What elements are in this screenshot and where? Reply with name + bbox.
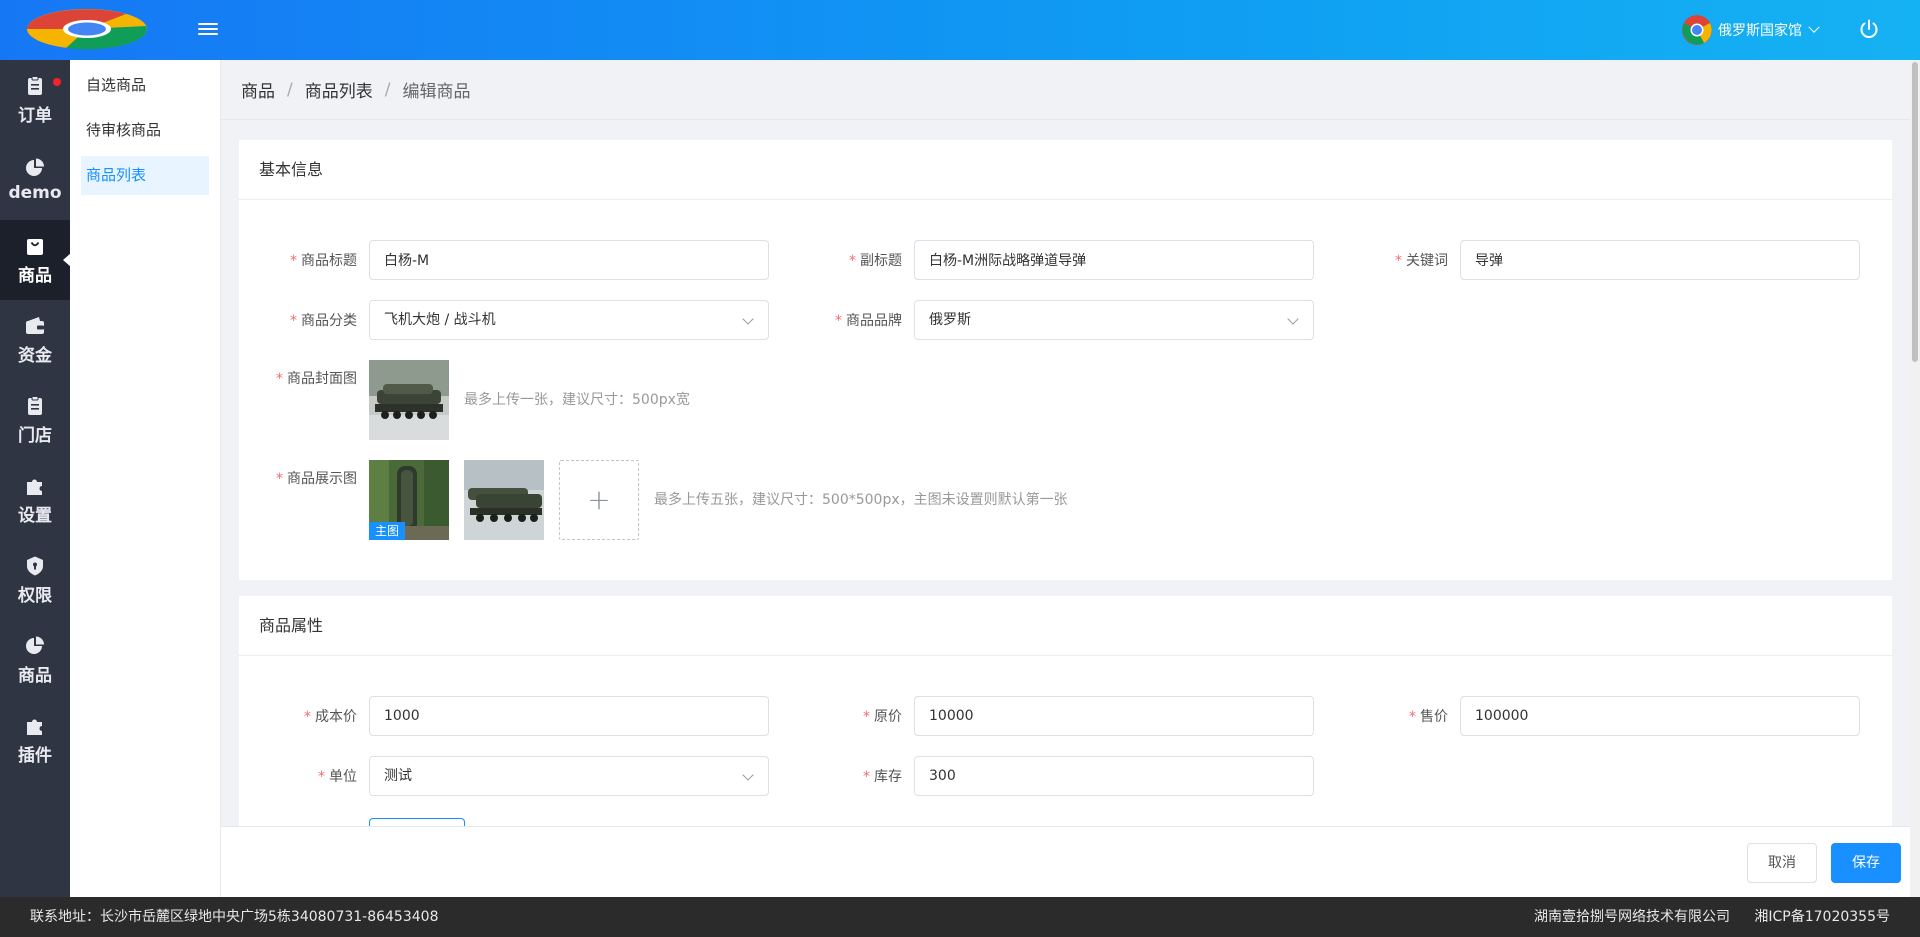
brand-logo[interactable] [26, 8, 148, 50]
page-scrollbar[interactable] [1910, 60, 1920, 897]
clipboard-icon [28, 75, 42, 95]
keywords-input[interactable] [1460, 240, 1860, 280]
cancel-button[interactable]: 取消 [1747, 843, 1817, 883]
nav-item-settings[interactable]: 设置 [0, 460, 70, 540]
shopping-bag-icon [27, 238, 43, 255]
scrollbar-thumb[interactable] [1912, 62, 1918, 362]
pie-chart-icon [26, 158, 44, 176]
nav-item-products[interactable]: 商品 [0, 220, 71, 300]
nav-item-demo[interactable]: demo [0, 140, 70, 220]
shield-icon [27, 556, 43, 575]
chevron-down-icon [742, 769, 754, 781]
wallet-icon [26, 316, 44, 334]
sale-price-input[interactable] [1460, 696, 1860, 736]
user-menu[interactable]: 俄罗斯国家馆 [1682, 14, 1820, 46]
product-title-input[interactable] [369, 240, 769, 280]
keywords-field: * 关键词 [1330, 240, 1860, 280]
partially-hidden-button[interactable] [369, 818, 465, 826]
main-image-badge: 主图 [369, 522, 406, 540]
brand-select[interactable]: 俄罗斯 [914, 300, 1314, 340]
chevron-down-icon [1287, 313, 1299, 325]
category-field: * 商品分类 飞机大炮 / 战斗机 [239, 300, 769, 340]
gallery-image-thumbnail[interactable]: 主图 [369, 460, 449, 540]
missile-convoy-image [464, 460, 544, 540]
stock-field: * 库存 [784, 756, 1314, 796]
breadcrumb: 商品 / 商品列表 / 编辑商品 [221, 60, 1910, 120]
nav-item-plugins[interactable]: 插件 [0, 700, 70, 780]
footer-icp: 湘ICP备17020355号 [1754, 909, 1890, 925]
plus-icon: + [587, 483, 611, 516]
nav-item-products-2[interactable]: 商品 [0, 620, 70, 700]
site-footer: 联系地址：长沙市岳麓区绿地中央广场5栋34080731-86453408 湖南壹… [0, 897, 1920, 937]
clipboard-list-icon [28, 395, 42, 415]
submenu-item-product-list[interactable]: 商品列表 [81, 156, 209, 195]
form-scroll-area[interactable]: 基本信息 *商品标题 *副标题 *关键词 *商品分类 飞机大炮 / 战斗机 *商… [221, 120, 1910, 826]
subtitle-input[interactable] [914, 240, 1314, 280]
nav-item-stores[interactable]: 门店 [0, 380, 70, 460]
cover-image-thumbnail[interactable] [369, 360, 449, 440]
add-image-button[interactable]: + [559, 460, 639, 540]
notification-dot [53, 78, 61, 86]
chevron-down-icon [742, 313, 754, 325]
form-action-bar: 取消 保存 [221, 826, 1910, 897]
breadcrumb-item-products[interactable]: 商品 [241, 77, 275, 102]
card-title: 基本信息 [239, 140, 1892, 200]
submenu-item-selected-products[interactable]: 自选商品 [81, 66, 209, 105]
puzzle-icon [27, 479, 42, 495]
user-name: 俄罗斯国家馆 [1718, 23, 1802, 39]
product-title-field: * 商品标题 [239, 240, 769, 280]
breadcrumb-separator: / [287, 79, 293, 100]
cover-image-hint: 最多上传一张，建议尺寸：500px宽 [464, 392, 690, 408]
brand-field: * 商品品牌 俄罗斯 [784, 300, 1314, 340]
save-button[interactable]: 保存 [1831, 843, 1901, 883]
attributes-card: 商品属性 *成本价 *原价 *售价 *单位 测试 *库存 [239, 596, 1892, 826]
stock-input[interactable] [914, 756, 1314, 796]
power-icon[interactable] [1858, 18, 1880, 40]
pie-chart-icon [26, 636, 44, 654]
breadcrumb-item-edit-product: 编辑商品 [402, 82, 471, 102]
cost-price-field: * 成本价 [239, 696, 769, 736]
top-header: 俄罗斯国家馆 [0, 0, 1920, 60]
original-price-field: * 原价 [784, 696, 1314, 736]
original-price-input[interactable] [914, 696, 1314, 736]
breadcrumb-separator: / [384, 79, 391, 100]
footer-company: 湖南壹拾捌号网络技术有限公司 [1534, 909, 1730, 925]
gallery-image-thumbnail[interactable] [464, 460, 544, 540]
nav-item-permissions[interactable]: 权限 [0, 540, 70, 620]
basic-info-card: 基本信息 *商品标题 *副标题 *关键词 *商品分类 飞机大炮 / 战斗机 *商… [239, 140, 1892, 580]
cost-price-input[interactable] [369, 696, 769, 736]
subtitle-field: * 副标题 [784, 240, 1314, 280]
gallery-image-hint: 最多上传五张，建议尺寸：500*500px，主图未设置则默认第一张 [654, 492, 1068, 508]
footer-address: 联系地址：长沙市岳麓区绿地中央广场5栋34080731-86453408 [30, 909, 439, 925]
submenu-item-pending-products[interactable]: 待审核商品 [81, 111, 209, 150]
chevron-down-icon [1808, 21, 1820, 33]
user-avatar [1682, 15, 1712, 45]
category-select[interactable]: 飞机大炮 / 战斗机 [369, 300, 769, 340]
nav-item-orders[interactable]: 订单 [0, 60, 70, 140]
card-title: 商品属性 [239, 596, 1892, 656]
cover-image-field: * 商品封面图 最多上传一张，建议尺寸：500px宽 [239, 360, 690, 440]
unit-select[interactable]: 测试 [369, 756, 769, 796]
missile-launcher-image [369, 360, 449, 440]
gallery-image-field: * 商品展示图 主图 + 最多上传五张，建议尺寸：500*500px，主图未设置… [239, 460, 1068, 540]
breadcrumb-item-product-list[interactable]: 商品列表 [305, 77, 373, 102]
menu-toggle-icon[interactable] [198, 20, 218, 40]
unit-field: * 单位 测试 [239, 756, 769, 796]
puzzle-icon [27, 719, 42, 735]
main-nav: 订单 demo 商品 资金 门店 设置 权限 商品 插件 [0, 60, 71, 897]
sub-menu: 自选商品 待审核商品 商品列表 [70, 60, 221, 897]
nav-item-funds[interactable]: 资金 [0, 300, 70, 380]
sale-price-field: * 售价 [1330, 696, 1860, 736]
